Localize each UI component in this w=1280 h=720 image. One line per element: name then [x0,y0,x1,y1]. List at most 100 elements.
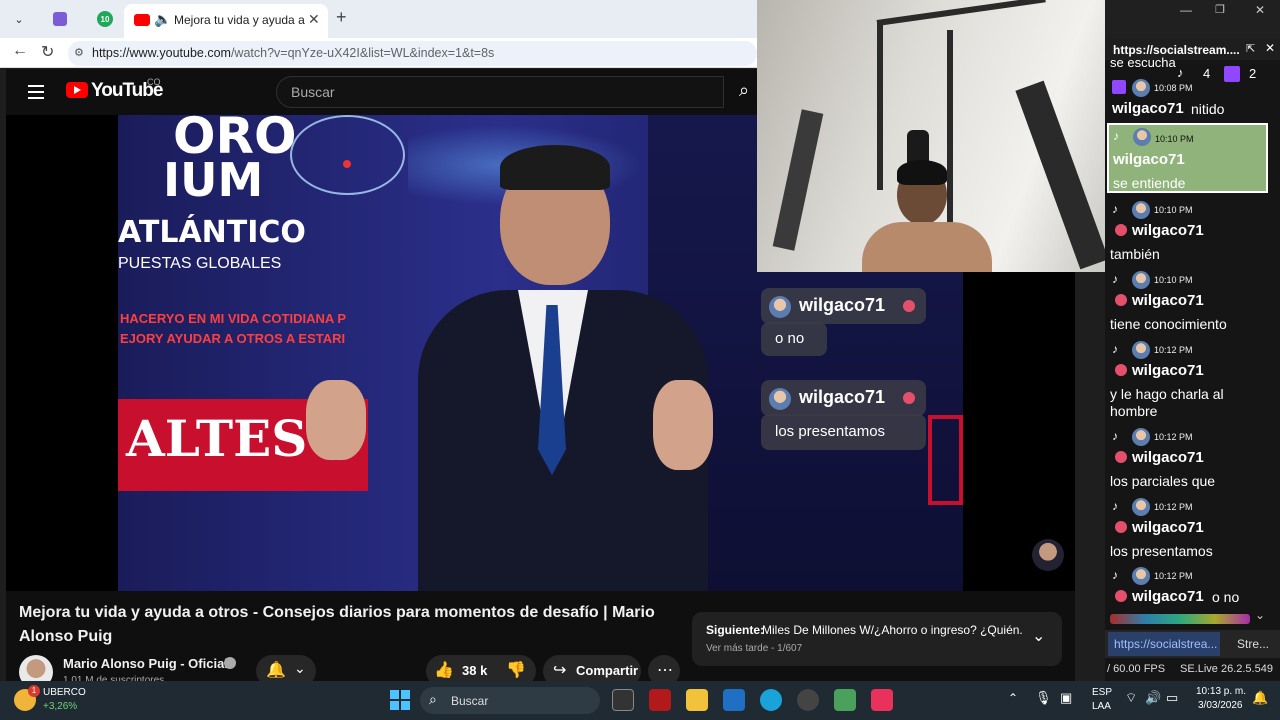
tab-list-chevron-icon[interactable]: ⌄ [9,9,29,29]
wifi-icon[interactable]: ⌔ [1125,690,1137,706]
gym-pad [772,109,824,251]
tiktok-live-icon[interactable] [871,689,893,711]
fps-readout: / 60.00 FPS [1107,663,1166,675]
site-info-icon[interactable]: ⚙ [74,46,84,59]
tab-badge-app[interactable]: 10 [95,9,115,29]
keyboard-layout: LAA [1092,701,1111,712]
youtube-logo-icon[interactable] [66,82,88,98]
message-text: tiene conocimiento [1110,316,1227,332]
chat-message: ♪ 10:12 PM wilgaco71 los parciales que [1108,427,1276,493]
search-icon[interactable]: ⌕ [739,80,749,101]
chat-message: ♪ 10:10 PM wilgaco71 tiene conocimiento [1108,270,1276,336]
message-user: wilgaco71 [1132,588,1204,605]
microphone-icon[interactable]: 🎙 [1035,690,1052,706]
clock-time[interactable]: 10:13 p. m. [1196,686,1246,697]
message-user: wilgaco71 [1113,151,1185,168]
close-tab-icon[interactable]: ✕ [308,11,320,28]
task-view-icon[interactable] [612,689,634,711]
windows-start-icon[interactable] [390,690,410,710]
notification-bell-icon[interactable]: 🔔 [1252,690,1268,706]
clock-date[interactable]: 3/03/2026 [1198,700,1243,711]
maximize-icon[interactable]: ❐ [1215,3,1225,16]
frame-text-line4: PUESTAS GLOBALES [118,255,282,272]
channel-watermark-avatar[interactable] [1032,539,1064,571]
edge-browser-icon[interactable] [760,689,782,711]
tab-camera-app[interactable] [50,9,70,29]
avatar [1132,79,1150,97]
taskbar-search[interactable]: ⌕ Buscar [420,687,600,714]
heart-badge-icon [1115,224,1127,236]
message-time: 10:12 PM [1154,502,1193,512]
new-tab-plus-icon[interactable]: + [336,7,347,28]
tray-app-icon[interactable]: ▣ [1060,690,1072,706]
tab-badge: 10 [97,11,113,27]
speaker-icon[interactable]: 🔈 [154,11,171,28]
battery-icon[interactable]: ▭ [1166,690,1178,706]
message-text: se entiende [1113,175,1186,191]
window-close-icon[interactable]: ✕ [1255,3,1265,17]
presenter-hair [500,145,610,190]
reload-icon[interactable]: ↻ [41,42,54,62]
minimize-icon[interactable]: — [1180,3,1192,17]
address-bar-row: ← ↻ ⚙ https://www.youtube.com/watch?v=qn… [0,38,757,68]
store-icon[interactable] [723,689,745,711]
tray-chevron-icon[interactable]: ⌃ [1008,691,1018,705]
like-count[interactable]: 38 k [462,663,487,678]
frame-text-line6: EJORY AYUDAR A OTROS A ESTARI [120,331,346,346]
gym-bar [947,30,953,230]
avatar [1132,428,1150,446]
url-text: https://www.youtube.com/watch?v=qnYze-uX… [92,46,494,60]
message-text: los parciales que [1110,473,1216,489]
tiktok-icon: ♪ [1112,429,1118,443]
browser-tab-bar: ⌄ 10 🔈 Mejora tu vida y ayuda a otros - … [0,0,757,38]
gym-bar [876,0,1046,26]
url-field[interactable]: ⚙ https://www.youtube.com/watch?v=qnYze-… [68,41,757,66]
camera-app-icon [53,12,67,26]
emoji-toolbar[interactable] [1110,614,1250,624]
chat-close-icon[interactable]: ✕ [1265,41,1275,55]
popout-icon[interactable]: ⇱ [1246,42,1255,55]
next-label: Siguiente: [706,623,765,637]
heart-badge-icon [903,392,915,404]
more-dots-icon: ⋯ [657,662,673,679]
message-user: wilgaco71 [1132,519,1204,536]
obs-icon[interactable] [797,689,819,711]
stock-name[interactable]: UBERCO [43,687,86,698]
chat-message: 10:08 PM wilgaco71 nitido [1108,78,1276,118]
shield-app-icon[interactable] [649,689,671,711]
scroll-down-icon[interactable]: ⌄ [1255,608,1265,622]
heart-badge-icon [1115,364,1127,376]
message-time: 10:12 PM [1154,345,1193,355]
overlay-bubble-2-text: los presentamos [761,414,926,450]
app-icon[interactable] [834,689,856,711]
message-text: los presentamos [1110,543,1213,559]
language-code[interactable]: ESP [1092,687,1112,698]
dislike-thumb-icon[interactable]: 👎 [506,660,526,680]
stock-change: +3,26% [43,701,78,712]
overlay-bubble-2-header: wilgaco71 [761,380,926,416]
tab-socialstream[interactable]: https://socialstrea... [1108,632,1220,656]
tab-stream-label[interactable]: Stre... [1237,637,1269,651]
youtube-search-input[interactable]: Buscar [276,76,724,108]
search-placeholder: Buscar [291,84,335,100]
file-explorer-icon[interactable] [686,689,708,711]
like-thumb-icon[interactable]: 👍 [434,660,454,680]
presenter-right-hand [653,380,713,470]
message-text: nitido [1191,101,1225,117]
presenter-left-hand [306,380,366,460]
chat-message: ♪ 10:12 PM wilgaco71 los presentamos [1108,497,1276,563]
volume-icon[interactable]: 🔊 [1145,690,1161,706]
menu-hamburger-icon[interactable] [28,85,44,99]
tab-youtube-active[interactable]: 🔈 Mejora tu vida y ayuda a otros - Conse… [124,4,328,38]
expand-chevron-icon[interactable]: ⌄ [1032,626,1045,646]
channel-name[interactable]: Mario Alonso Puig - Oficial [63,656,228,671]
message-user: wilgaco71 [1132,222,1204,239]
gym-bar [877,20,883,190]
back-arrow-icon[interactable]: ← [12,42,28,60]
active-tab-title: Mejora tu vida y ayuda a otros - Consejo… [174,13,306,27]
globe-marker [343,160,351,168]
version-label: SE.Live 26.2.5.549 [1180,663,1273,675]
message-time: 10:10 PM [1155,134,1194,144]
playlist-next-box[interactable]: Siguiente: Miles De Millones W/¿Ahorro o… [692,612,1062,666]
twitch-icon [1112,80,1126,94]
